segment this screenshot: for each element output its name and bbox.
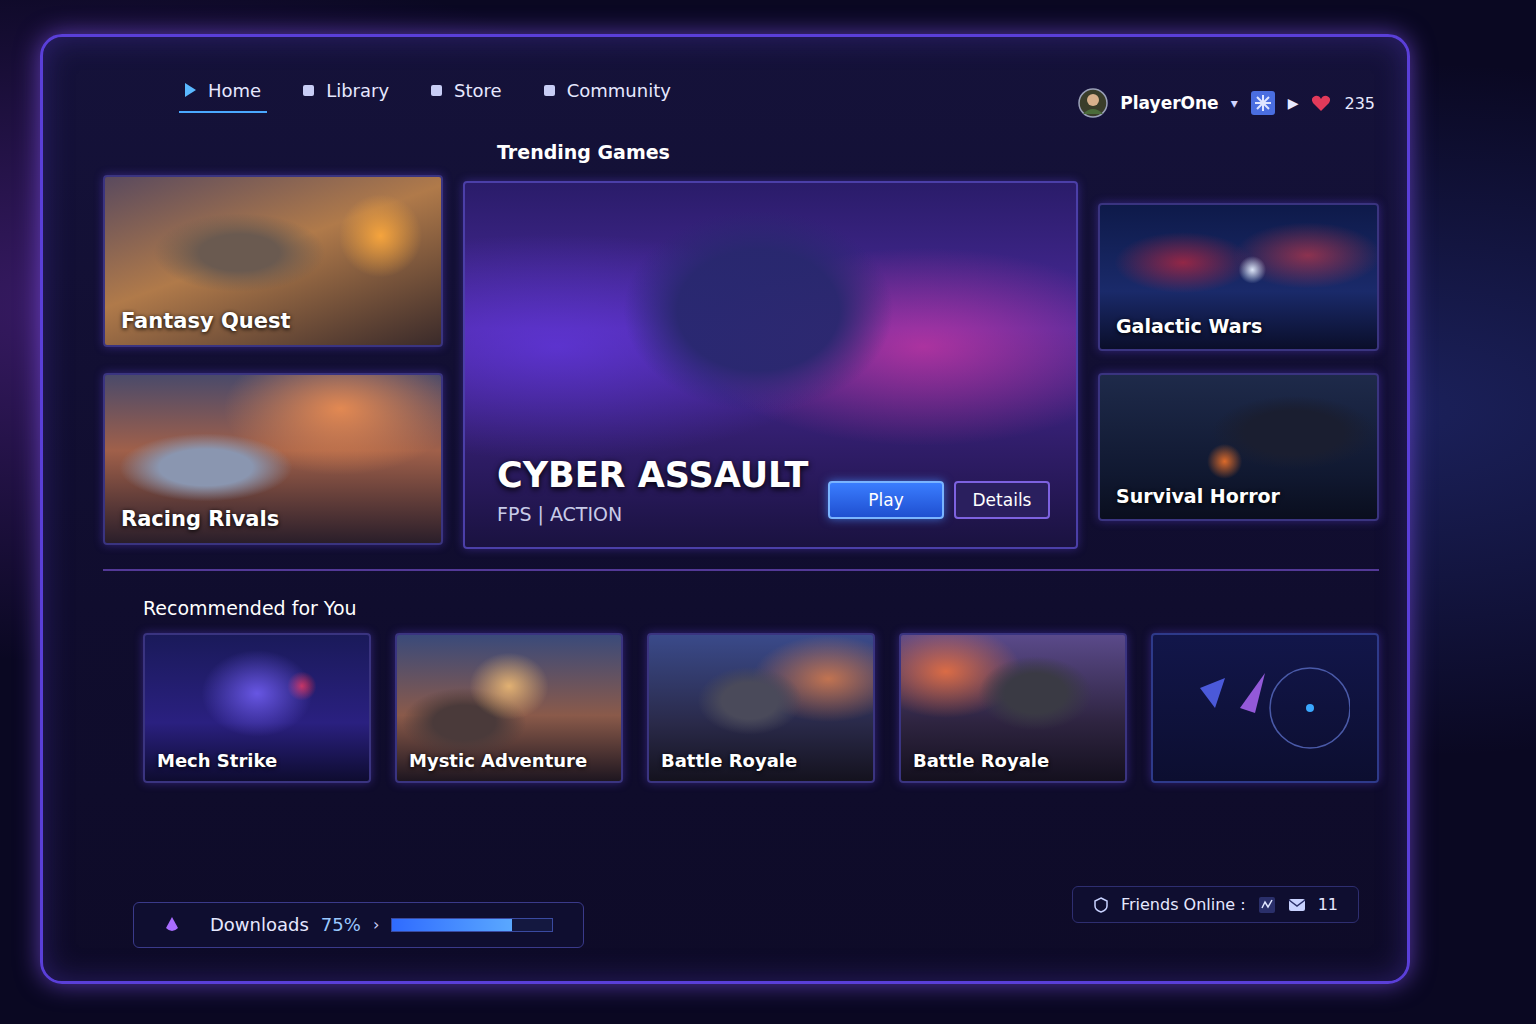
tab-label: Store [454, 80, 502, 101]
drop-icon [164, 916, 180, 934]
radar-icon [1180, 648, 1350, 768]
recommended-card[interactable]: Battle Royale [647, 633, 875, 783]
play-icon[interactable]: ▶ [1288, 95, 1299, 111]
download-progress-bar [391, 918, 553, 932]
game-card[interactable]: Fantasy Quest [103, 175, 443, 347]
downloads-label: Downloads [210, 914, 309, 935]
recommended-section: Recommended for You Mech Strike Mystic Adv… [103, 569, 1379, 783]
featured-button[interactable]: Details [954, 481, 1050, 519]
top-nav: Home Library Store Community PlayerOne ▾ ▶ 235 [103, 51, 1379, 123]
friends-online[interactable]: Friends Online : 11 [1072, 886, 1359, 923]
nav-tab[interactable]: Community [538, 74, 677, 113]
game-title: Battle Royale [661, 750, 861, 771]
tab-label: Home [208, 80, 261, 101]
friends-label: Friends Online : [1121, 895, 1246, 914]
recommended-card[interactable] [1151, 633, 1379, 783]
user-name[interactable]: PlayerOne [1120, 93, 1218, 113]
featured-genres: FPS | ACTION [497, 503, 809, 525]
downloads-chevron: › [373, 915, 379, 934]
game-card[interactable]: Racing Rivals [103, 373, 443, 545]
game-card[interactable]: Galactic Wars [1098, 203, 1379, 351]
download-progress-fill [392, 919, 512, 931]
trending-section: Fantasy Quest Racing Rivals Trending Games… [103, 137, 1379, 549]
downloads-percent: 75% [321, 914, 361, 935]
nav-tabs: Home Library Store Community [179, 74, 677, 113]
game-title: Racing Rivals [121, 507, 427, 531]
recommended-card[interactable]: Mystic Adventure [395, 633, 623, 783]
left-column: Fantasy Quest Racing Rivals [103, 137, 443, 549]
right-column: Galactic Wars Survival Horror [1098, 137, 1379, 549]
recommended-card[interactable]: Mech Strike [143, 633, 371, 783]
game-title: Mech Strike [157, 750, 357, 771]
game-title: Survival Horror [1116, 485, 1363, 507]
center-column: Trending Games CYBER ASSAULT FPS | ACTION P… [463, 137, 1078, 549]
tab-bullet-icon [303, 85, 314, 96]
points-count: 235 [1344, 94, 1375, 113]
monitor-frame: Home Library Store Community PlayerOne ▾ ▶ 235 F… [40, 34, 1410, 984]
featured-title: CYBER ASSAULT [497, 455, 809, 495]
recommended-card[interactable]: Battle Royale [899, 633, 1127, 783]
section-title: Trending Games [463, 137, 1078, 167]
tab-bullet-icon [544, 85, 555, 96]
status-bar: Downloads 75% › Friends Online : 11 [103, 880, 1379, 963]
user-menu-caret[interactable]: ▾ [1231, 95, 1238, 111]
downloads-status[interactable]: Downloads 75% › [133, 902, 584, 948]
featured-button[interactable]: Play [828, 481, 944, 519]
activity-icon [1258, 896, 1276, 914]
nav-tab[interactable]: Library [297, 74, 395, 113]
tab-label: Library [326, 80, 389, 101]
game-title: Galactic Wars [1116, 315, 1363, 337]
shield-icon [1093, 897, 1109, 913]
mail-icon [1288, 896, 1306, 914]
game-title: Fantasy Quest [121, 309, 427, 333]
heart-icon[interactable] [1310, 92, 1332, 114]
friends-count: 11 [1318, 895, 1338, 914]
grid-app-icon[interactable] [1250, 90, 1276, 116]
section-title: Recommended for You [103, 597, 1379, 623]
featured-buttons: Play Details [828, 481, 1050, 525]
tab-bullet-icon [431, 85, 442, 96]
user-area: PlayerOne ▾ ▶ 235 [1078, 88, 1375, 118]
avatar-icon[interactable] [1078, 88, 1108, 118]
featured-info: CYBER ASSAULT FPS | ACTION Play Details [497, 455, 1050, 525]
tab-bullet-icon [185, 83, 196, 97]
game-card[interactable]: Survival Horror [1098, 373, 1379, 521]
page: Home Library Store Community PlayerOne ▾ ▶ 235 F… [0, 0, 1536, 1024]
recommended-list: Mech Strike Mystic Adventure Battle Royale… [103, 633, 1379, 783]
game-title: Mystic Adventure [409, 750, 609, 771]
game-title: Battle Royale [913, 750, 1113, 771]
tab-label: Community [567, 80, 671, 101]
nav-tab[interactable]: Store [425, 74, 508, 113]
featured-text: CYBER ASSAULT FPS | ACTION [497, 455, 809, 525]
featured-game[interactable]: CYBER ASSAULT FPS | ACTION Play Details [463, 181, 1078, 549]
nav-tab[interactable]: Home [179, 74, 267, 113]
